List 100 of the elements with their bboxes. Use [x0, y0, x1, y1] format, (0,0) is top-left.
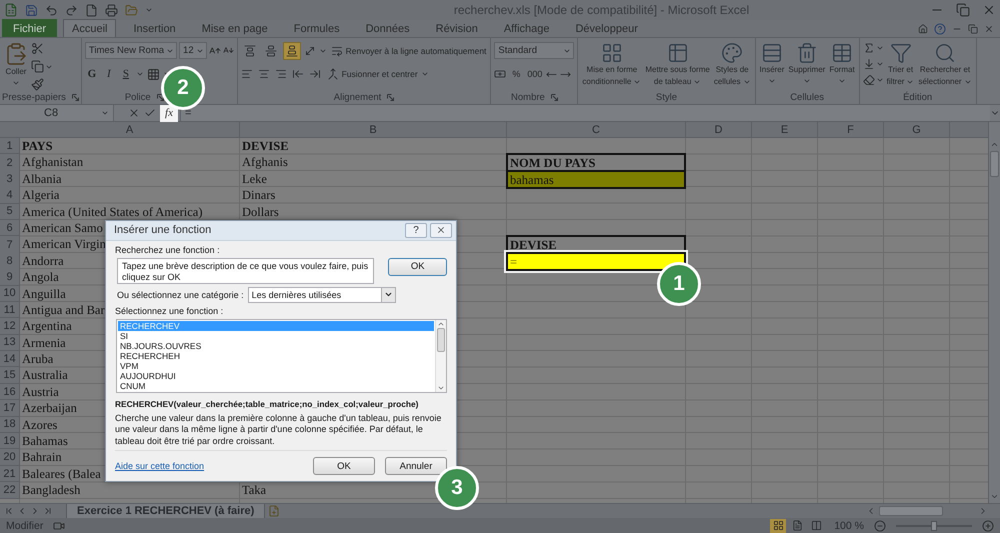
align-right-icon[interactable]: [274, 68, 287, 80]
sheet-tab[interactable]: Exercice 1 RECHERCHEV (à faire): [66, 504, 266, 518]
function-item[interactable]: AUJOURDHUI: [118, 370, 434, 380]
row-header[interactable]: 2: [0, 154, 20, 172]
insert-cells-button[interactable]: Insérer: [758, 42, 786, 84]
column-header[interactable]: B: [240, 122, 507, 137]
row-header[interactable]: 9: [0, 269, 20, 286]
column-header[interactable]: G: [884, 122, 950, 137]
find-select-button[interactable]: Rechercher et sélectionner: [917, 42, 973, 87]
column-header[interactable]: E: [752, 122, 818, 137]
delete-cells-button[interactable]: Supprimer: [787, 42, 826, 84]
align-center-icon[interactable]: [258, 68, 270, 80]
merge-center-button[interactable]: Fusionner et centrer: [326, 65, 430, 83]
ribbon-tab[interactable]: Accueil: [63, 19, 116, 37]
copy-icon[interactable]: [31, 60, 44, 73]
print-icon[interactable]: [105, 4, 118, 16]
align-left-icon[interactable]: [240, 68, 253, 80]
table-format-button[interactable]: Mettre sous forme de tableau: [644, 42, 711, 87]
row-header[interactable]: 21: [0, 466, 20, 482]
help-link[interactable]: Aide sur cette fonction: [115, 461, 204, 471]
ribbon-tab[interactable]: Développeur: [566, 19, 647, 37]
zoom-out-icon[interactable]: [874, 520, 886, 532]
function-item[interactable]: VPM: [118, 360, 434, 370]
close-icon[interactable]: [982, 3, 996, 17]
font-size-field[interactable]: 12: [179, 42, 207, 59]
row-header[interactable]: 1: [0, 138, 20, 154]
grow-font-icon[interactable]: [208, 44, 221, 56]
row-header[interactable]: 20: [0, 449, 20, 466]
cut-icon[interactable]: [31, 42, 44, 55]
ribbon-tab[interactable]: Formules: [284, 19, 349, 37]
restore-icon[interactable]: [956, 3, 970, 17]
row-header[interactable]: 7: [0, 236, 20, 254]
view-button[interactable]: [770, 518, 786, 532]
folder-icon[interactable]: [125, 4, 138, 16]
sort-filter-button[interactable]: Trier et filtrer: [886, 42, 916, 87]
cancel-icon[interactable]: [128, 107, 140, 119]
function-item[interactable]: SI: [118, 330, 434, 340]
number-format-field[interactable]: Standard: [494, 42, 574, 59]
ribbon-tab[interactable]: Mise en page: [192, 19, 277, 37]
undo-icon[interactable]: [45, 4, 58, 16]
font-name-field[interactable]: Times New Roma: [84, 42, 178, 59]
zoom-in-icon[interactable]: [982, 520, 994, 532]
number-format-button[interactable]: 000: [526, 65, 544, 83]
font-style-button[interactable]: G: [84, 65, 99, 83]
decrease-indent-icon[interactable]: [292, 68, 304, 80]
row-header[interactable]: 18: [0, 416, 20, 434]
scroll-thumb[interactable]: [437, 328, 445, 352]
row-header[interactable]: 13: [0, 334, 20, 352]
ribbon-tab[interactable]: Affichage: [494, 19, 558, 37]
restore-icon[interactable]: [968, 24, 978, 34]
row-header[interactable]: 10: [0, 286, 20, 302]
row-header[interactable]: 4: [0, 187, 20, 204]
file-tab[interactable]: Fichier: [2, 19, 58, 37]
search-field[interactable]: Tapez une brève description de ce que vous voulez faire, puis cliquez sur OK: [117, 258, 374, 284]
function-item[interactable]: RECHERCHEV: [118, 320, 434, 330]
row-header[interactable]: 16: [0, 384, 20, 400]
slider-thumb[interactable]: [931, 520, 937, 530]
search-ok-button[interactable]: OK: [388, 258, 447, 276]
orientation-icon[interactable]: [304, 45, 316, 57]
row-header[interactable]: 6: [0, 220, 20, 236]
borders-icon[interactable]: [146, 68, 160, 80]
home-icon[interactable]: [918, 24, 928, 34]
close-icon[interactable]: [984, 24, 994, 34]
conditional-format-button[interactable]: Mise en forme conditionnelle: [581, 42, 642, 87]
scroll-down-icon[interactable]: [990, 492, 999, 501]
column-header[interactable]: C: [507, 122, 686, 137]
category-select[interactable]: Les dernières utilisées: [248, 286, 396, 302]
row-header[interactable]: 22: [0, 482, 20, 499]
save-icon[interactable]: [25, 4, 38, 16]
row-header[interactable]: 15: [0, 367, 20, 384]
dialog-launcher-icon[interactable]: [156, 94, 164, 101]
cell-styles-button[interactable]: Styles de cellules: [712, 42, 752, 87]
row-header[interactable]: 12: [0, 318, 20, 335]
row-header[interactable]: 19: [0, 433, 20, 450]
insert-function-button[interactable]: fx: [160, 104, 178, 122]
ribbon-tab[interactable]: Insertion: [124, 19, 185, 37]
ribbon-tab[interactable]: Révision: [426, 19, 487, 37]
scroll-up-icon[interactable]: [990, 140, 999, 149]
number-format-button[interactable]: %: [509, 65, 524, 83]
wrap-text-button[interactable]: Renvoyer à la ligne automatiquement: [330, 42, 488, 60]
format-cells-button[interactable]: Format: [828, 42, 856, 84]
zoom-slider[interactable]: [896, 520, 972, 530]
macro-record-icon[interactable]: [53, 520, 66, 532]
function-item[interactable]: CNUM: [118, 380, 434, 390]
vertical-align-button[interactable]: [282, 42, 301, 60]
formula-field[interactable]: =: [180, 105, 990, 121]
clear-icon[interactable]: [862, 74, 875, 86]
scroll-thumb[interactable]: [990, 151, 999, 177]
new-file-icon[interactable]: [85, 4, 98, 16]
help-icon[interactable]: [934, 22, 946, 34]
dialog-button[interactable]: Annuler: [385, 457, 447, 475]
close-button[interactable]: [430, 222, 452, 238]
paste-button[interactable]: Coller: [3, 42, 29, 86]
increase-indent-icon[interactable]: [308, 68, 321, 80]
column-header[interactable]: F: [818, 122, 884, 137]
redo-icon[interactable]: [65, 4, 78, 16]
dialog-button[interactable]: OK: [313, 457, 375, 475]
ribbon-tab[interactable]: Données: [356, 19, 419, 37]
row-header[interactable]: 14: [0, 351, 20, 368]
column-header[interactable]: A: [20, 122, 240, 137]
